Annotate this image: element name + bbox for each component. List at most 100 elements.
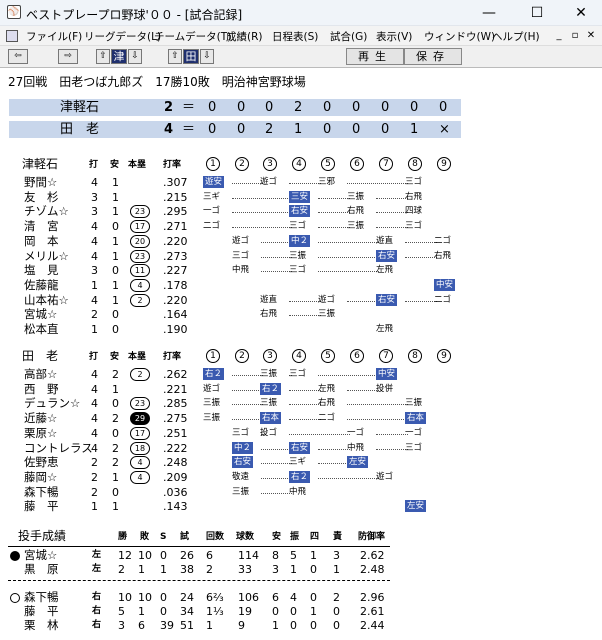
result-connector (232, 375, 263, 376)
hits: 1 (112, 470, 119, 484)
pitcher-stat-ip: 6 (206, 549, 213, 562)
at-bat-result: 三振 (347, 191, 365, 202)
at-bat-result: 三ゴ (289, 369, 307, 379)
result-connector (318, 241, 379, 243)
player-name: コントレラス (24, 440, 93, 455)
pitching-header: 安 (272, 532, 282, 542)
player-name: 近藤☆ (24, 411, 58, 426)
mdi-restore-button[interactable]: ▫ (568, 29, 582, 43)
batting-average: .295 (163, 205, 188, 219)
team1-up-button[interactable]: ⇧ (96, 49, 110, 64)
result-connector (289, 433, 350, 435)
inning-number: 8 (408, 349, 422, 363)
pitcher-hand: 右 (92, 606, 102, 616)
home-run-count: 4 (130, 278, 150, 292)
player-name: 友 杉 (24, 189, 59, 204)
game-header: 27回戦 田老つば九郎ズ 17勝10敗 明治神宮野球場 (8, 75, 306, 89)
mdi-minimize-button[interactable]: _ (552, 29, 566, 43)
menu-view[interactable]: 表示(V) (376, 29, 412, 44)
next-game-button[interactable]: ⇨ (58, 49, 78, 64)
pitcher-name: 栗 林 (24, 618, 59, 632)
team1-selector[interactable]: 津 (111, 49, 127, 64)
menu-schedule[interactable]: 日程表(S) (272, 29, 318, 44)
maximize-button[interactable]: ☐ (514, 0, 560, 26)
home-run-count: 20 (130, 234, 150, 248)
result-connector (289, 300, 321, 302)
pitcher-stat-g: 51 (180, 619, 194, 632)
app-icon: ⚾ (7, 5, 21, 19)
pitcher-stat-w: 3 (118, 619, 125, 632)
at-bat-result: 右安 (232, 456, 254, 469)
pitcher-stat-er: 0 (333, 619, 340, 632)
batting-average: .248 (163, 456, 188, 470)
batting-average: .036 (163, 485, 188, 499)
result-connector (289, 389, 321, 391)
result-connector (261, 448, 292, 450)
result-connector (405, 256, 437, 258)
at-bats: 4 (91, 293, 98, 307)
batting-average: .178 (163, 278, 188, 292)
close-button[interactable]: ✕ (558, 0, 602, 26)
at-bat-result: 右安 (289, 441, 311, 454)
replay-button[interactable]: 再生 (346, 48, 404, 65)
at-bats: 4 (91, 441, 98, 455)
team2-selector[interactable]: 田 (183, 49, 199, 64)
pitcher-stat-l: 10 (138, 591, 152, 604)
pitcher-stat-l: 6 (138, 619, 145, 632)
at-bat-result: 中安 (376, 368, 398, 380)
inning-number: 3 (263, 157, 277, 171)
team2-down-button[interactable]: ⇩ (200, 49, 214, 64)
menu-help[interactable]: ヘルプ(H) (492, 29, 540, 44)
prev-game-button[interactable]: ⇦ (8, 49, 28, 64)
document-icon[interactable] (6, 30, 18, 42)
pitcher-stat-s: 39 (160, 619, 174, 632)
window-title: ベストプレープロ野球'００ - [試合記録] (26, 8, 243, 22)
menu-game[interactable]: 試合(G) (330, 29, 367, 44)
pitcher-stat-k: 5 (290, 549, 297, 562)
minimize-button[interactable]: — (466, 0, 512, 26)
result-connector (376, 212, 408, 214)
at-bat-result: 左飛 (318, 383, 336, 394)
inning-number: 2 (235, 349, 249, 363)
at-bat-result: 一ゴ (347, 427, 365, 438)
result-connector (232, 404, 263, 406)
pitching-header: 振 (290, 532, 300, 542)
hits: 0 (112, 264, 119, 278)
at-bat-result: 右安 (289, 205, 311, 218)
menu-league-data[interactable]: リーグデータ(L) (84, 29, 161, 44)
result-connector (232, 227, 292, 229)
pitcher-stat-h: 1 (272, 619, 279, 632)
at-bat-result: 三振 (260, 398, 278, 409)
scoreboard-inning: 1 (294, 122, 303, 137)
pitcher-stat-g: 26 (180, 549, 194, 562)
hits: 1 (112, 249, 119, 263)
at-bat-result: 三安 (289, 190, 311, 203)
scoreboard-inning: 0 (381, 122, 390, 137)
pitching-header: 敗 (140, 532, 150, 542)
batting-average: .215 (163, 190, 188, 204)
scoreboard-inning: 0 (323, 100, 332, 115)
pitcher-stat-s: 0 (160, 549, 167, 562)
pitching-header: S (160, 532, 167, 542)
result-connector (318, 227, 350, 229)
team1-down-button[interactable]: ⇩ (128, 49, 142, 64)
scoreboard-inning: 0 (439, 100, 448, 115)
batting-average: .271 (163, 220, 188, 234)
menu-file[interactable]: ファイル(F) (26, 29, 82, 44)
at-bats: 4 (91, 368, 98, 381)
pitcher-stat-k: 0 (290, 619, 297, 632)
team-name: 田 老 (22, 349, 59, 363)
team2-up-button[interactable]: ⇧ (168, 49, 182, 64)
at-bat-result: 三ゴ (289, 265, 307, 276)
menu-window[interactable]: ウィンドウ(W) (424, 29, 495, 44)
pitching-header: 球数 (236, 532, 255, 542)
hits: 0 (112, 323, 119, 336)
at-bats: 2 (91, 470, 98, 484)
hits: 2 (112, 456, 119, 470)
mdi-close-button[interactable]: ✕ (584, 29, 598, 43)
menu-stats[interactable]: 成績(R) (226, 29, 263, 44)
batting-average: .275 (163, 412, 188, 426)
save-button[interactable]: 保存 (404, 48, 462, 65)
player-name: 宮城☆ (24, 307, 58, 322)
menu-team-data[interactable]: チームデータ(T) (154, 29, 231, 44)
